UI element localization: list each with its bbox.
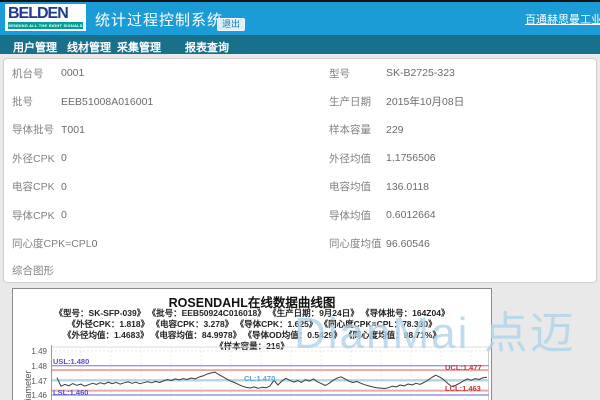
form-row: 导体CPK 0 导体均值 0.6012664 — [4, 201, 596, 229]
y-axis-tick: 1.46 — [31, 391, 47, 400]
field-label-od-cpk: 外径CPK — [12, 152, 55, 165]
form-row: 导体批号 T001 样本容量 229 — [4, 116, 596, 144]
nav-item-user-management[interactable]: 用户管理 — [13, 39, 57, 55]
y-axis-tick: 1.48 — [31, 362, 47, 371]
logout-button[interactable]: 退出 — [217, 18, 246, 31]
field-value-concentricity-cpk: 0 — [91, 237, 98, 250]
form-row: 电容CPK 0 电容均值 136.0118 — [4, 173, 596, 201]
detail-panel: 机台号 0001 型号 SK-B2725-323 批号 EEB51008A016001… — [3, 58, 597, 283]
nav-item-wire-management[interactable]: 线材管理 — [67, 39, 111, 55]
field-label-conductor-mean: 导体均值 — [329, 209, 371, 222]
field-value-conductor-cpk: 0 — [61, 209, 67, 222]
lcl-line-label: LCL:1.463 — [445, 384, 481, 393]
field-value-conductor-mean: 0.6012664 — [386, 209, 436, 222]
app-title: 统计过程控制系统 — [95, 12, 224, 29]
field-label-capacitance-mean: 电容均值 — [329, 181, 371, 194]
form-row: 外径CPK 0 外径均值 1.1756506 — [4, 144, 596, 172]
field-label-concentricity-cpk: 同心度CPK=CPL — [12, 238, 92, 251]
field-label-model: 型号 — [329, 67, 350, 80]
field-value-od-mean: 1.1756506 — [386, 152, 436, 165]
field-value-conductor-batch: T001 — [61, 123, 85, 136]
control-chart-plot — [51, 345, 489, 400]
field-label-machine-no: 机台号 — [12, 67, 44, 80]
belden-logo[interactable]: BELDEN SENDING ALL THE RIGHT SIGNALS — [5, 4, 86, 31]
field-value-concentricity-mean: 96.60546 — [386, 237, 430, 250]
field-value-model: SK-B2725-323 — [386, 67, 455, 80]
field-label-concentricity-mean: 同心度均值 — [329, 238, 382, 251]
y-axis-tick: 1.49 — [31, 347, 47, 356]
field-value-od-cpk: 0 — [61, 152, 67, 165]
nav-item-report-query[interactable]: 报表查询 — [185, 39, 229, 55]
field-value-machine-no: 0001 — [61, 67, 85, 80]
field-label-od-mean: 外径均值 — [329, 152, 371, 165]
lsl-line-label: LSL:1.460 — [53, 388, 89, 397]
app-header: BELDEN SENDING ALL THE RIGHT SIGNALS 统计过… — [0, 0, 600, 35]
belden-logo-tagline: SENDING ALL THE RIGHT SIGNALS — [8, 22, 83, 29]
company-link[interactable]: 百通赫思曼工业（ — [525, 11, 600, 27]
field-label-conductor-cpk: 导体CPK — [12, 209, 55, 222]
form-row: 批号 EEB51008A016001 生产日期 2015年10月08日 — [4, 87, 596, 115]
y-axis-tick: 1.47 — [31, 376, 47, 386]
form-row: 同心度CPK=CPL 0 同心度均值 96.60546 — [4, 229, 596, 257]
field-value-capacitance-mean: 136.0118 — [386, 180, 430, 193]
field-value-capacitance-cpk: 0 — [61, 180, 67, 193]
screen: BELDEN SENDING ALL THE RIGHT SIGNALS 统计过… — [0, 0, 600, 400]
cl-line-label: CL:1.470 — [244, 374, 276, 383]
form-row: 机台号 0001 型号 SK-B2725-323 — [4, 59, 596, 87]
field-label-conductor-batch: 导体批号 — [12, 124, 54, 137]
section-label-composite-graph: 综合图形 — [12, 265, 54, 278]
chart-panel: ROSENDAHL在线数据曲线图 《型号：SK-SFP-039》 《批号：EEB… — [12, 288, 492, 400]
field-label-sample-size: 样本容量 — [329, 124, 371, 137]
field-label-batch-no: 批号 — [12, 96, 33, 109]
usl-line-label: USL:1.480 — [53, 357, 90, 366]
window-top-edge — [0, 0, 600, 2]
nav-item-collect-management[interactable]: 采集管理 — [117, 39, 161, 55]
ucl-line-label: UCL:1.477 — [445, 363, 482, 372]
field-label-production-date: 生产日期 — [329, 96, 371, 109]
field-value-batch-no: EEB51008A016001 — [61, 95, 154, 108]
field-value-sample-size: 229 — [386, 123, 404, 136]
belden-logo-text: BELDEN — [8, 5, 69, 22]
main-nav: 用户管理 线材管理 采集管理 报表查询 — [0, 35, 600, 54]
field-label-capacitance-cpk: 电容CPK — [12, 181, 55, 194]
field-value-production-date: 2015年10月08日 — [386, 96, 465, 109]
